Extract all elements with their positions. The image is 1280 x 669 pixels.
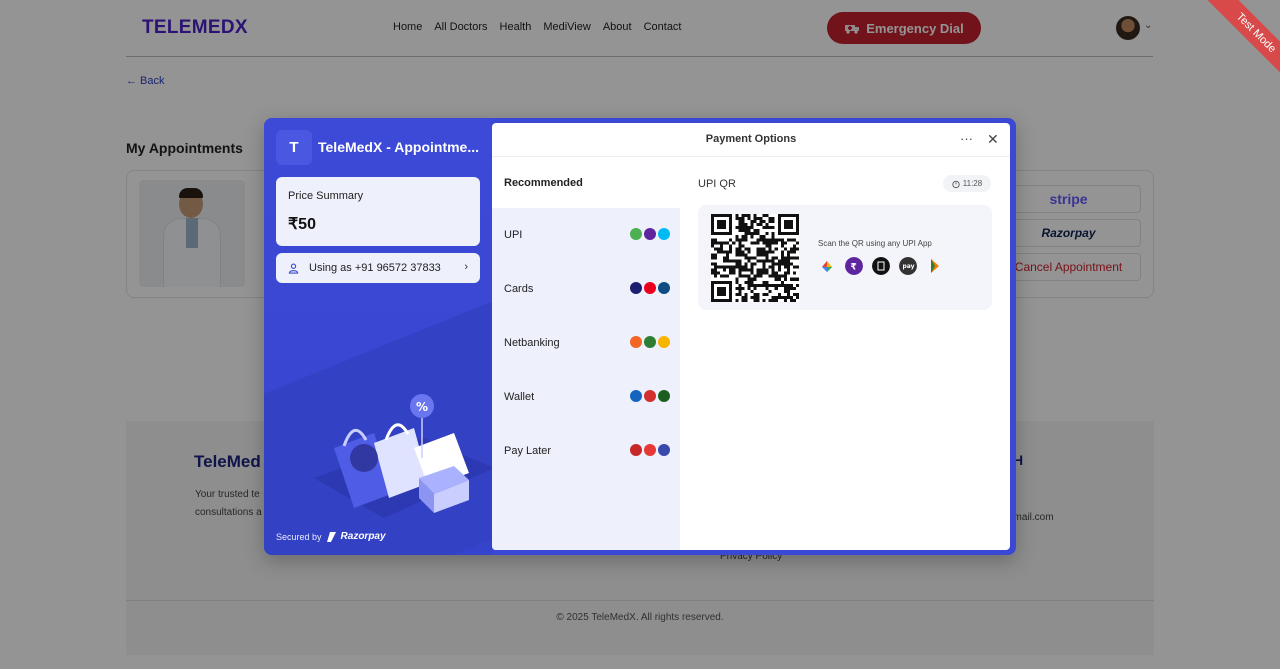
bank-icon <box>658 336 670 348</box>
phonepe-icon[interactable]: ₹ <box>845 257 863 275</box>
svg-text:pay: pay <box>903 263 915 270</box>
timer-icon <box>952 180 960 188</box>
method-label: Cards <box>504 283 534 295</box>
secured-brand: Razorpay <box>340 531 386 542</box>
bhim-icon[interactable] <box>926 257 944 275</box>
merchant-name: TeleMedX - Appointme... <box>318 139 480 155</box>
method-wallet[interactable]: Wallet <box>492 370 680 424</box>
google-pay-icon[interactable] <box>818 257 836 275</box>
lazypay-icon <box>630 444 642 456</box>
price-summary-label: Price Summary <box>288 190 364 202</box>
card-icons <box>630 282 670 294</box>
timer-value: 11:28 <box>962 179 983 188</box>
gpay-icon <box>630 228 642 240</box>
recommended-tab[interactable]: Recommended <box>504 177 583 189</box>
method-label: Pay Later <box>504 445 552 457</box>
scan-instruction: Scan the QR using any UPI App <box>818 239 932 248</box>
user-contact-button[interactable]: Using as +91 96572 37833 › <box>276 253 480 283</box>
bhim-upi-icon[interactable] <box>872 257 890 275</box>
secured-by-razorpay: Secured by Razorpay <box>276 531 386 542</box>
payment-options-panel: Payment Options ··· ✕ Recommended UPI Ca… <box>492 123 1010 550</box>
sbi-icon <box>644 336 656 348</box>
qr-timer: 11:28 <box>943 175 991 192</box>
method-label: Wallet <box>504 391 535 403</box>
method-label: UPI <box>504 229 523 241</box>
qr-card: Scan the QR using any UPI App ₹ pay <box>698 205 992 310</box>
method-list: UPI Cards Netbanking Wallet Pay Later <box>492 208 680 550</box>
bank-icons <box>630 336 670 348</box>
chevron-right-icon: › <box>464 261 468 273</box>
price-summary-card[interactable]: Price Summary ₹50 <box>276 177 480 246</box>
paylater-icons <box>630 444 670 456</box>
person-icon <box>288 263 299 274</box>
phonepe-icon <box>644 228 656 240</box>
panel-title: Payment Options <box>705 133 797 145</box>
wallet-brand-icon <box>658 390 670 402</box>
method-label: Netbanking <box>504 337 560 349</box>
freecharge-icon <box>644 390 656 402</box>
merchant-logo: T <box>276 130 312 165</box>
checkout-sidebar: T TeleMedX - Appointme... Price Summary … <box>264 118 492 555</box>
more-options-icon[interactable]: ··· <box>960 131 973 146</box>
mastercard-icon <box>644 282 656 294</box>
razorpay-checkout-modal: T TeleMedX - Appointme... Price Summary … <box>264 118 1016 555</box>
upi-qr-code[interactable] <box>711 214 799 302</box>
visa-icon <box>630 282 642 294</box>
price-value: ₹50 <box>288 216 316 233</box>
mobikwik-icon <box>630 390 642 402</box>
simpl-icon <box>644 444 656 456</box>
panel-header: Payment Options ··· ✕ <box>492 123 1010 157</box>
shopping-bags-illustration: % <box>314 394 492 518</box>
secured-by-label: Secured by <box>276 531 322 542</box>
rupay-icon <box>658 282 670 294</box>
method-upi[interactable]: UPI <box>492 208 680 262</box>
upi-icons <box>630 228 670 240</box>
amazon-pay-icon[interactable]: pay <box>899 257 917 275</box>
wallet-icons <box>630 390 670 402</box>
paylater-brand-icon <box>658 444 670 456</box>
upi-app-icons: ₹ pay <box>818 257 944 275</box>
method-netbanking[interactable]: Netbanking <box>492 316 680 370</box>
method-cards[interactable]: Cards <box>492 262 680 316</box>
razorpay-logo-icon <box>326 531 336 542</box>
paytm-icon <box>658 228 670 240</box>
method-pay-later[interactable]: Pay Later <box>492 424 680 478</box>
upi-qr-title: UPI QR <box>698 178 736 190</box>
close-icon[interactable]: ✕ <box>987 131 999 148</box>
svg-text:₹: ₹ <box>851 263 857 273</box>
user-contact-label: Using as +91 96572 37833 <box>309 262 441 274</box>
svg-text:%: % <box>416 400 428 414</box>
payment-methods: Recommended UPI Cards Netbanking Wallet … <box>492 157 680 550</box>
icici-icon <box>630 336 642 348</box>
